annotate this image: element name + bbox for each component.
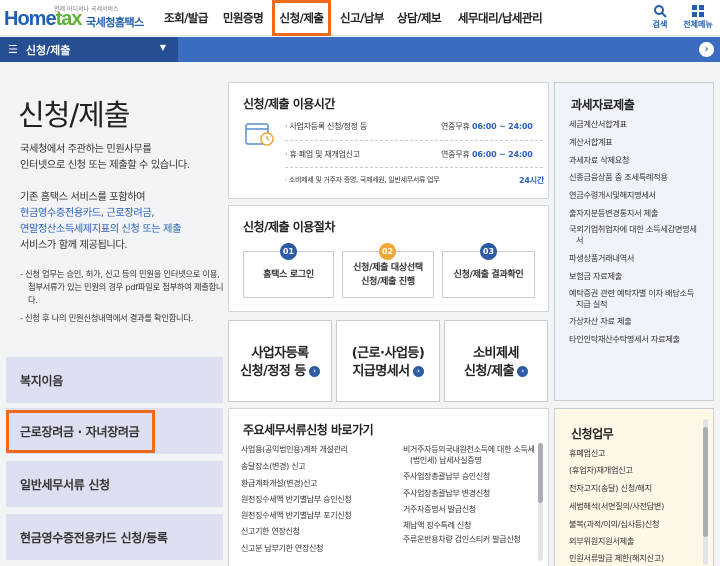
quick-link-item[interactable]: 환급계좌개설(변경)신고 bbox=[241, 478, 318, 489]
section-menu-dropdown[interactable]: ☰ 신청/제출 ▼ bbox=[8, 37, 176, 62]
hours-row-time: 연중무휴 06:00 ~ 24:00 bbox=[441, 122, 533, 131]
procedure-title: 신청/제출 이용절차 bbox=[243, 220, 335, 234]
quick-link-item[interactable]: 거주자증명서 발급신청 bbox=[403, 504, 476, 515]
cash-receipt-card-button[interactable]: 현금영수증전용카드 신청/등록 bbox=[6, 514, 223, 560]
search-button[interactable]: 검색 bbox=[640, 2, 680, 34]
section-menu-label: 신청/제출 bbox=[25, 43, 71, 57]
apply-task-item[interactable]: (휴업자)재개업신고 bbox=[569, 465, 697, 476]
apply-task-item[interactable]: 세법해석(서면질의/사전답변) bbox=[569, 501, 697, 512]
quick-links-title: 주요세무서류신청 바로가기 bbox=[243, 423, 374, 437]
quick-link-item[interactable]: 송달장소(변경) 신고 bbox=[241, 461, 306, 472]
apply-task-item[interactable]: 전자고지(송달) 신청/해지 bbox=[569, 483, 697, 494]
apply-tasks-panel: 신청업무 휴폐업신고 (휴업자)재개업신고 전자고지(송달) 신청/해지 세법해… bbox=[554, 408, 714, 566]
apply-tasks-title: 신청업무 bbox=[571, 427, 614, 441]
calendar-clock-icon bbox=[245, 123, 274, 146]
step-number: 02 bbox=[379, 243, 396, 260]
hours-box: 신청/제출 이용시간 · 사업자등록 신청/정정 등 연중무휴 06:00 ~ … bbox=[228, 82, 549, 199]
nav-report-pay[interactable]: 신고/납부 bbox=[336, 0, 388, 36]
chevron-right-icon: › bbox=[308, 366, 320, 377]
tax-data-title: 과세자료제출 bbox=[571, 98, 635, 112]
hours-row-label: · 소비제세 및 거주자 증명, 국제세원, 일반세무서류 업무 bbox=[285, 176, 440, 184]
quick-link-item[interactable]: 비거주자등의국내원천소득에 대한 소득세(법인세) 납세사실증명 bbox=[403, 444, 535, 466]
quick-link-item[interactable]: 주사업장총괄납부 승인신청 bbox=[403, 471, 490, 482]
all-menu-label: 전체메뉴 bbox=[683, 20, 713, 29]
business-registration-card[interactable]: 사업자등록 신청/정정 등 › bbox=[228, 320, 332, 402]
hometax-logo[interactable]: 언제 어디서나 국세서비스 Hometax 국세청홈택스 bbox=[4, 4, 152, 32]
quick-links-scrollbar[interactable] bbox=[538, 443, 543, 561]
logo-wordmark: Hometax bbox=[4, 8, 82, 30]
search-icon bbox=[654, 5, 667, 18]
nav-agent-manage[interactable]: 세무대리/납세관리 bbox=[452, 0, 548, 36]
quick-link-item[interactable]: 신고기한 연장신청 bbox=[241, 526, 300, 537]
payment-statement-card[interactable]: (근로·사업등) 지급명세서 › bbox=[336, 320, 440, 402]
tax-data-item[interactable]: 연금수령개시및해지명세서 bbox=[569, 190, 697, 201]
tax-data-item[interactable]: 과세자료 삭제요청 bbox=[569, 155, 697, 166]
intro-note-1: - 신청 업무는 승인, 허가, 신고 등의 민원을 인터넷으로 이용, 첨부서… bbox=[20, 269, 224, 305]
apply-task-item[interactable]: 민원서류발급 제한(해지신고) bbox=[569, 553, 697, 564]
quick-links-box: 주요세무서류신청 바로가기 사업용(공익법인용)계좌 개설관리 송달장소(변경)… bbox=[228, 408, 549, 566]
quick-link-item[interactable]: 사업용(공익법인용)계좌 개설관리 bbox=[241, 444, 348, 455]
consumption-tax-card[interactable]: 소비제세 신청/제출 › bbox=[444, 320, 548, 402]
search-label: 검색 bbox=[652, 20, 668, 29]
step-number: 01 bbox=[280, 243, 297, 260]
quick-link-item[interactable]: 주류운반용차량 검인스티커 발급신청 bbox=[403, 534, 535, 545]
divider bbox=[285, 140, 543, 141]
tax-data-item[interactable]: 보험금 자료제출 bbox=[569, 271, 697, 282]
apply-tasks-scrollbar[interactable] bbox=[703, 419, 708, 565]
nav-apply-submit[interactable]: 신청/제출 bbox=[272, 0, 331, 36]
page-title: 신청/제출 bbox=[18, 98, 130, 132]
general-tax-docs-button[interactable]: 일반세무서류 신청 bbox=[6, 461, 223, 507]
logo-korean: 국세청홈택스 bbox=[86, 16, 144, 29]
tax-data-item[interactable]: 계산서합계표 bbox=[569, 137, 697, 148]
quick-link-item[interactable]: 원천징수세액 반기별납부 승인신청 bbox=[241, 494, 352, 505]
highlight-earned-income-credit bbox=[6, 410, 155, 453]
intro-note-2: - 신청 후 나의 민원신청내역에서 결과를 확인합니다. bbox=[20, 313, 194, 323]
tax-data-item[interactable]: 국외기업취업자에 대한 소득세감면명세서 bbox=[569, 224, 697, 246]
quick-link-item[interactable]: 주사업장총괄납부 변경신청 bbox=[403, 488, 490, 499]
apply-task-item[interactable]: 휴폐업신고 bbox=[569, 448, 697, 459]
welfare-button[interactable]: 복지이음 bbox=[6, 357, 223, 403]
all-menu-button[interactable]: 전체메뉴 bbox=[678, 2, 718, 34]
intro-paragraph-2: 기존 홈택스 서비스를 포함하여 현금영수증전용카드, 근로장려금, 연말정산소… bbox=[20, 192, 182, 251]
tax-data-item[interactable]: 가상자산 자료 제출 bbox=[569, 316, 697, 327]
hours-row-label: · 사업자등록 신청/정정 등 bbox=[285, 122, 367, 131]
grid-menu-icon bbox=[692, 5, 704, 17]
quick-link-item[interactable]: 신고분 납부기한 연장신청 bbox=[241, 543, 323, 554]
hours-row-time: 24시간 bbox=[519, 176, 545, 185]
hours-row-time: 연중무휴 06:00 ~ 24:00 bbox=[441, 150, 533, 159]
nav-counsel-report[interactable]: 상담/제보 bbox=[393, 0, 445, 36]
sub-menu-bar: › bbox=[178, 37, 720, 62]
caret-down-icon: ▼ bbox=[159, 43, 166, 52]
step-number: 03 bbox=[480, 243, 497, 260]
nav-lookup-issue[interactable]: 조회/발급 bbox=[160, 0, 212, 36]
procedure-box: 신청/제출 이용절차 홈택스 로그인 01 신청/제출 대상선택 신청/제출 진행… bbox=[228, 205, 549, 312]
apply-task-item[interactable]: 외부위원지원서제출 bbox=[569, 536, 697, 547]
chevron-right-icon: › bbox=[412, 366, 424, 377]
tax-data-panel: 과세자료제출 세금계산서합계표 계산서합계표 과세자료 삭제요청 신종금융상품 … bbox=[554, 82, 714, 401]
nav-civil-cert[interactable]: 민원증명 bbox=[218, 0, 268, 36]
chevron-right-icon: › bbox=[517, 366, 529, 377]
tax-data-item[interactable]: 세금계산서합계표 bbox=[569, 119, 697, 130]
chevron-right-icon[interactable]: › bbox=[699, 42, 714, 57]
hamburger-icon: ☰ bbox=[8, 43, 18, 56]
tax-data-item[interactable]: 타인인탁재산수탁명세서 자료제출 bbox=[569, 334, 697, 345]
quick-link-item[interactable]: 원천징수세액 반기별납부 포기신청 bbox=[241, 510, 352, 521]
intro-paragraph-1: 국세청에서 주관하는 민원사무를 인터넷으로 신청 또는 제출할 수 있습니다. bbox=[20, 144, 190, 171]
intro-section: 신청/제출 국세청에서 주관하는 민원사무를 인터넷으로 신청 또는 제출할 수… bbox=[6, 62, 224, 362]
top-header: 언제 어디서나 국세서비스 Hometax 국세청홈택스 조회/발급 민원증명 … bbox=[0, 0, 720, 36]
divider bbox=[285, 167, 543, 168]
tax-data-item[interactable]: 예탁증권 관련 예탁자별 이자 배당소득 지급 실적 bbox=[569, 288, 697, 310]
tax-data-item[interactable]: 파생상품거래내역서 bbox=[569, 253, 697, 264]
hours-title: 신청/제출 이용시간 bbox=[243, 97, 335, 111]
quick-link-item[interactable]: 체납액 징수특례 신청 bbox=[403, 520, 471, 531]
hours-row-label: · 휴·폐업 및 재개업신고 bbox=[285, 150, 360, 159]
tax-data-item[interactable]: 출자지분등변경통지서 제출 bbox=[569, 208, 697, 219]
apply-task-item[interactable]: 불복(과적/이의/심사등)신청 bbox=[569, 519, 697, 530]
sub-navigation-bar: ☰ 신청/제출 ▼ › bbox=[0, 37, 720, 62]
tax-data-item[interactable]: 신종금융상품 중 조세특례적용 bbox=[569, 172, 697, 183]
